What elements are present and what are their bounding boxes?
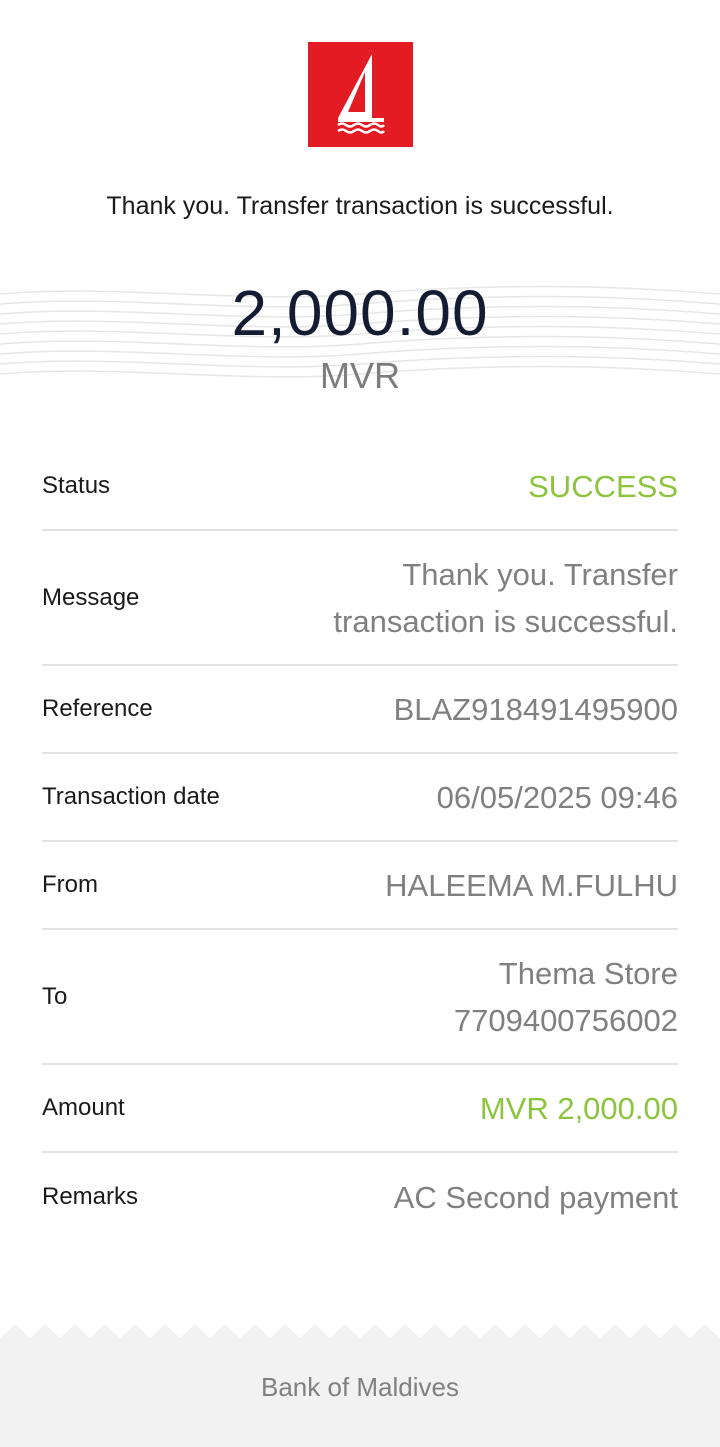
transaction-date-value: 06/05/2025 09:46 (436, 779, 678, 815)
transaction-details: Status SUCCESS Message Thank you. Transf… (42, 443, 678, 1241)
remarks-row: Remarks AC Second payment (42, 1153, 678, 1241)
bank-logo (308, 42, 413, 147)
amount-detail-value: MVR 2,000.00 (479, 1090, 678, 1126)
message-row: Message Thank you. Transfer transaction … (42, 531, 678, 666)
to-row: To Thema Store 7709400756002 (42, 930, 678, 1065)
reference-label: Reference (42, 695, 153, 722)
status-row: Status SUCCESS (42, 443, 678, 531)
from-label: From (42, 871, 98, 898)
amount-value: 2,000.00 (231, 277, 489, 349)
from-row: From HALEEMA M.FULHU (42, 842, 678, 930)
footer: Bank of Maldives (0, 1320, 720, 1447)
to-account: 7709400756002 (453, 1002, 678, 1038)
success-headline: Thank you. Transfer transaction is succe… (106, 192, 614, 220)
status-label: Status (42, 472, 111, 499)
sailboat-icon (337, 54, 386, 134)
reference-row: Reference BLAZ918491495900 (42, 666, 678, 754)
remarks-value: AC Second payment (393, 1179, 678, 1215)
footer-bank-name: Bank of Maldives (261, 1372, 459, 1402)
message-value: Thank you. Transfer transaction is succe… (333, 556, 678, 639)
to-value: Thema Store 7709400756002 (454, 950, 678, 1044)
amount-label: Amount (42, 1094, 125, 1121)
reference-value: BLAZ918491495900 (393, 691, 678, 727)
status-value: SUCCESS (528, 468, 678, 504)
remarks-label: Remarks (42, 1183, 139, 1210)
amount-currency: MVR (320, 355, 400, 396)
to-label: To (42, 982, 68, 1010)
amount-section: 2,000.00 MVR (0, 278, 720, 398)
from-value: HALEEMA M.FULHU (385, 867, 678, 903)
to-name: Thema Store (498, 955, 678, 991)
transaction-date-row: Transaction date 06/05/2025 09:46 (42, 754, 678, 842)
message-label: Message (42, 583, 140, 611)
transaction-date-label: Transaction date (42, 783, 220, 810)
amount-row: Amount MVR 2,000.00 (42, 1065, 678, 1153)
